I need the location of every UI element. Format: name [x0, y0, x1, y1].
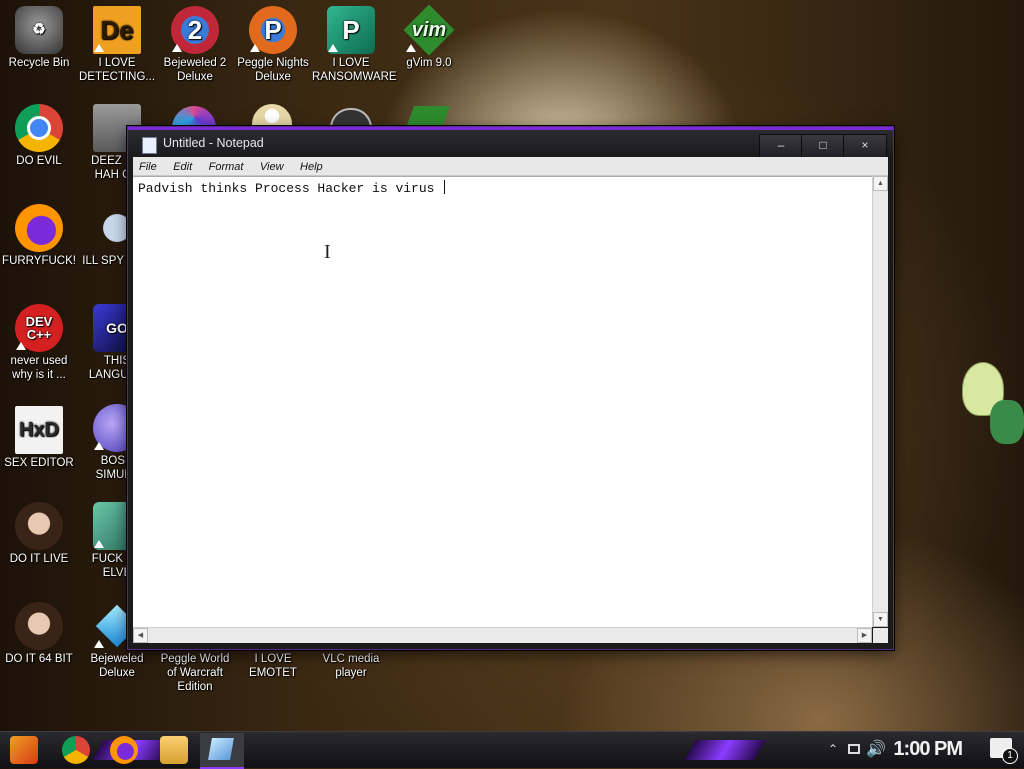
scroll-down-button[interactable]: ▼: [873, 612, 888, 627]
desktop-icon-partial[interactable]: [252, 104, 292, 128]
desktop-icon-gvim[interactable]: vim gVim 9.0: [390, 4, 468, 70]
firefox-icon: [15, 204, 63, 252]
text-caret: [444, 180, 446, 194]
vertical-scrollbar[interactable]: ▲ ▼: [872, 176, 888, 627]
desktop-icon-emotet[interactable]: I LOVE EMOTET: [234, 652, 312, 680]
desktop-icon-bejeweled-2[interactable]: 2 Bejeweled 2 Deluxe: [156, 6, 234, 84]
desktop-icon-label: SEX EDITOR: [4, 457, 74, 469]
desktop-icon-label: Bejeweled 2 Deluxe: [163, 57, 227, 83]
menu-bar: File Edit Format View Help: [133, 157, 888, 176]
desktop-icon-label: Peggle World of Warcraft Edition: [160, 653, 230, 693]
shortcut-arrow-icon: [94, 44, 104, 52]
menu-view[interactable]: View: [254, 158, 290, 176]
desktop-icon-ransomware[interactable]: P I LOVE RANSOMWARE: [312, 6, 397, 84]
desktop-icon-label: Peggle Nights Deluxe: [237, 57, 309, 83]
desktop-icon-label: VLC media player: [322, 653, 380, 679]
desktop-icon-partial[interactable]: [405, 106, 451, 128]
editor-text: Padvish thinks Process Hacker is virus: [138, 181, 443, 196]
desktop-icon-do-it-live[interactable]: DO IT LIVE: [0, 502, 78, 566]
portrait-64-icon: [15, 602, 63, 650]
desktop-icon-label: I LOVE EMOTET: [249, 653, 297, 679]
desktop-mascot[interactable]: [960, 362, 1024, 446]
shortcut-arrow-icon: [406, 44, 416, 52]
desktop-icon-sex-editor[interactable]: HxD SEX EDITOR: [0, 406, 78, 470]
notification-center-button[interactable]: 1: [990, 738, 1018, 764]
hxd-icon: HxD: [15, 406, 63, 454]
desktop-icon-label: I LOVE RANSOMWARE: [312, 57, 397, 83]
notepad-icon: [142, 137, 157, 154]
desktop-icon-label: I LOVE DETECTING...: [78, 57, 156, 83]
desktop-icon-label: DO EVIL: [16, 155, 62, 167]
desktop-icon-recycle-bin[interactable]: ♻ Recycle Bin: [0, 6, 78, 70]
scroll-up-button[interactable]: ▲: [873, 176, 888, 191]
desktop-icon-do-evil[interactable]: DO EVIL: [0, 104, 78, 168]
desktop-icon-partial[interactable]: [330, 108, 372, 128]
desktop-icon-label: FURRYFUCK!: [2, 255, 76, 267]
ibeam-cursor-icon: I: [324, 241, 331, 263]
text-editor[interactable]: Padvish thinks Process Hacker is virus: [133, 176, 872, 627]
desktop-icon-label: DO IT 64 BIT: [5, 653, 73, 665]
shortcut-arrow-icon: [94, 442, 104, 450]
chrome-icon: [15, 104, 63, 152]
shortcut-arrow-icon: [94, 540, 104, 548]
scroll-right-button[interactable]: ▶: [857, 628, 872, 643]
taskbar-decoration: [684, 740, 766, 760]
desktop-icon-label: DO IT LIVE: [9, 553, 69, 565]
taskbar-notepad-button[interactable]: [200, 733, 244, 769]
close-button[interactable]: ×: [843, 134, 887, 158]
recycle-bin-icon: ♻: [15, 6, 63, 54]
shortcut-arrow-icon: [94, 640, 104, 648]
network-tray-icon[interactable]: [848, 744, 860, 754]
desktop-icon-vlc[interactable]: VLC media player: [312, 652, 390, 680]
desktop-icon-label: gVim 9.0: [406, 57, 452, 69]
desktop-icon-do-it-64-bit[interactable]: DO IT 64 BIT: [0, 602, 78, 666]
notification-count-badge: 1: [1002, 748, 1018, 764]
maximize-button[interactable]: □: [801, 134, 845, 158]
tray-chevron-icon[interactable]: ⌃: [828, 742, 838, 756]
shortcut-arrow-icon: [172, 44, 182, 52]
desktop-icon-peggle-nights[interactable]: P Peggle Nights Deluxe: [234, 6, 312, 84]
shortcut-arrow-icon: [16, 342, 26, 350]
taskbar: ⌃ 🔊 1:00 PM 1: [0, 731, 1024, 769]
menu-edit[interactable]: Edit: [167, 158, 198, 176]
title-bar[interactable]: Untitled - Notepad – □ ×: [128, 127, 893, 160]
scroll-left-button[interactable]: ◀: [133, 628, 148, 643]
taskbar-chrome-icon[interactable]: [62, 736, 90, 764]
taskbar-clock[interactable]: 1:00 PM: [893, 738, 963, 761]
desktop-icon-label: Recycle Bin: [8, 57, 70, 69]
portrait-icon: [15, 502, 63, 550]
window-title: Untitled - Notepad: [163, 136, 264, 150]
taskbar-file-explorer-icon[interactable]: [160, 736, 188, 764]
desktop-icon-dev-cpp[interactable]: DEV C++ never used why is it ...: [0, 304, 78, 382]
menu-format[interactable]: Format: [203, 158, 250, 176]
size-grip[interactable]: [873, 628, 888, 643]
desktop-icon-peggle-wow[interactable]: Peggle World of Warcraft Edition: [156, 652, 234, 694]
desktop-icon-partial[interactable]: [172, 106, 216, 128]
desktop-icon-label: never used why is it ...: [10, 355, 68, 381]
taskbar-firefox-icon[interactable]: [110, 736, 138, 764]
desktop-icon-furryfuck[interactable]: FURRYFUCK!: [0, 204, 78, 268]
shortcut-arrow-icon: [328, 44, 338, 52]
desktop-icon-detecting[interactable]: De I LOVE DETECTING...: [78, 6, 156, 84]
taskbar-notepad-icon: [208, 738, 234, 760]
menu-file[interactable]: File: [133, 158, 163, 176]
volume-tray-icon[interactable]: 🔊: [866, 739, 886, 759]
desktop-icon-label: Bejeweled Deluxe: [90, 653, 144, 679]
menu-help[interactable]: Help: [294, 158, 329, 176]
shortcut-arrow-icon: [250, 44, 260, 52]
start-button[interactable]: [10, 736, 38, 764]
editor-content: Padvish thinks Process Hacker is virus: [138, 180, 446, 196]
minimize-button[interactable]: –: [759, 134, 803, 158]
horizontal-scrollbar[interactable]: ◀ ▶: [133, 627, 872, 643]
notepad-window[interactable]: Untitled - Notepad – □ × File Edit Forma…: [127, 126, 894, 650]
